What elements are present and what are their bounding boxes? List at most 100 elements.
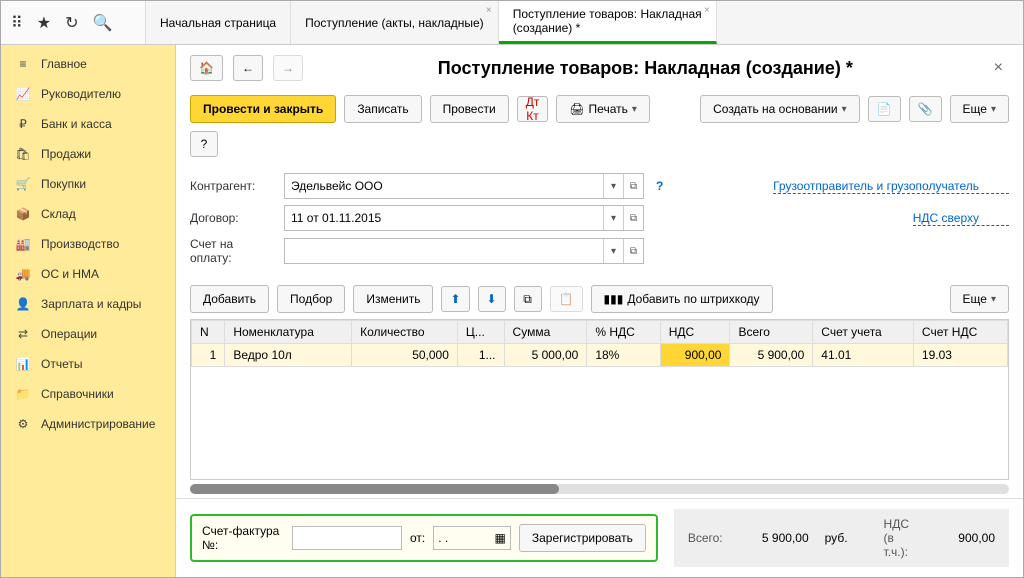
page-title: Поступление товаров: Накладная (создание… bbox=[313, 58, 978, 79]
truck-icon: 🚚 bbox=[15, 267, 31, 281]
search-icon[interactable]: 🔍 bbox=[92, 13, 112, 33]
open-icon[interactable]: ⧉ bbox=[623, 206, 643, 230]
total-label: Всего: bbox=[688, 531, 723, 545]
sidebar-item-label: Зарплата и кадры bbox=[41, 297, 141, 311]
sidebar-item-warehouse[interactable]: 📦Склад bbox=[1, 199, 175, 229]
col-qty[interactable]: Количество bbox=[352, 321, 458, 344]
sidebar-item-label: ОС и НМА bbox=[41, 267, 99, 281]
sidebar-item-assets[interactable]: 🚚 ОС и НМА bbox=[1, 259, 175, 289]
open-icon[interactable]: ⧉ bbox=[623, 174, 643, 198]
sidebar-item-label: Банк и касса bbox=[41, 117, 112, 131]
col-vatacct[interactable]: Счет НДС bbox=[913, 321, 1007, 344]
debit-credit-icon[interactable]: ДтКт bbox=[517, 96, 549, 122]
sidebar-item-label: Администрирование bbox=[41, 417, 155, 431]
folder-icon: 📁 bbox=[15, 387, 31, 401]
shipper-link[interactable]: Грузоотправитель и грузополучатель bbox=[773, 179, 1009, 194]
attach-icon[interactable]: 📎 bbox=[909, 96, 942, 122]
move-up-icon[interactable]: ⬆ bbox=[441, 286, 469, 312]
sidebar-item-sales[interactable]: 🛍Продажи bbox=[1, 139, 175, 169]
open-icon[interactable]: ⧉ bbox=[623, 239, 643, 263]
history-icon[interactable]: ↻ bbox=[65, 13, 78, 33]
account-input[interactable]: ▾ ⧉ bbox=[284, 238, 644, 264]
forward-button[interactable]: → bbox=[273, 55, 303, 81]
move-down-icon[interactable]: ⬇ bbox=[478, 286, 506, 312]
sidebar-item-production[interactable]: 🏭 Производство bbox=[1, 229, 175, 259]
back-button[interactable]: ← bbox=[233, 55, 263, 81]
tabs: Начальная страница Поступление (акты, на… bbox=[146, 1, 1023, 44]
dropdown-icon[interactable]: ▾ bbox=[603, 206, 623, 230]
person-icon: 👤 bbox=[15, 297, 31, 311]
post-close-button[interactable]: Провести и закрыть bbox=[190, 95, 336, 123]
copy-icon[interactable]: ⧉ bbox=[514, 286, 542, 312]
invoice-number-input[interactable] bbox=[292, 526, 402, 550]
factory-icon: 🏭 bbox=[15, 237, 31, 251]
sidebar: ≡Главное 📈Руководителю ₽ Банк и касса 🛍Пр… bbox=[1, 45, 176, 577]
post-button[interactable]: Провести bbox=[430, 95, 509, 123]
ruble-icon: ₽ bbox=[15, 117, 31, 131]
col-vatpct[interactable]: % НДС bbox=[587, 321, 660, 344]
home-button[interactable]: 🏠 bbox=[190, 55, 223, 81]
save-button[interactable]: Записать bbox=[344, 95, 421, 123]
cart-icon: 🛒 bbox=[15, 177, 31, 191]
help-link-icon[interactable]: ? bbox=[652, 179, 667, 193]
col-vat[interactable]: НДС bbox=[660, 321, 730, 344]
account-label: Счет на оплату: bbox=[190, 237, 276, 265]
sidebar-item-refs[interactable]: 📁 Справочники bbox=[1, 379, 175, 409]
add-row-button[interactable]: Добавить bbox=[190, 285, 269, 313]
print-button[interactable]: 🖨 Печать bbox=[556, 95, 650, 123]
currency: руб. bbox=[825, 531, 848, 545]
table-more-button[interactable]: Еще bbox=[950, 285, 1009, 313]
star-icon[interactable]: ★ bbox=[37, 13, 51, 33]
close-icon[interactable]: × bbox=[486, 5, 492, 16]
sidebar-item-label: Справочники bbox=[41, 387, 114, 401]
apps-icon[interactable]: ⠿ bbox=[11, 13, 23, 33]
select-button[interactable]: Подбор bbox=[277, 285, 345, 313]
invoice-date-input[interactable]: . . ▦ bbox=[433, 526, 511, 550]
sidebar-item-purchases[interactable]: 🛒Покупки bbox=[1, 169, 175, 199]
close-icon[interactable]: × bbox=[704, 5, 710, 16]
report-icon: 📊 bbox=[15, 357, 31, 371]
sidebar-item-manager[interactable]: 📈Руководителю bbox=[1, 79, 175, 109]
sidebar-item-bank[interactable]: ₽ Банк и касса bbox=[1, 109, 175, 139]
col-total[interactable]: Всего bbox=[730, 321, 813, 344]
paste-icon[interactable]: 📋 bbox=[550, 286, 583, 312]
invoice-from-label: от: bbox=[410, 531, 425, 545]
dropdown-icon[interactable]: ▾ bbox=[603, 174, 623, 198]
col-n[interactable]: N bbox=[192, 321, 225, 344]
sidebar-item-salary[interactable]: 👤 Зарплата и кадры bbox=[1, 289, 175, 319]
items-table[interactable]: N Номенклатура Количество Ц... Сумма % Н… bbox=[190, 319, 1009, 480]
close-page-icon[interactable]: × bbox=[988, 59, 1009, 77]
tab-invoice[interactable]: Поступление товаров: Накладная (создание… bbox=[499, 1, 717, 44]
more-button[interactable]: Еще bbox=[950, 95, 1009, 123]
total-value: 5 900,00 bbox=[739, 531, 809, 545]
gear-icon: ⚙ bbox=[15, 417, 31, 431]
contract-label: Договор: bbox=[190, 211, 276, 225]
register-button[interactable]: Зарегистрировать bbox=[519, 524, 646, 552]
sidebar-item-main[interactable]: ≡Главное bbox=[1, 49, 175, 79]
edit-button[interactable]: Изменить bbox=[353, 285, 433, 313]
horizontal-scrollbar[interactable] bbox=[190, 484, 1009, 494]
sidebar-item-label: Производство bbox=[41, 237, 119, 251]
col-price[interactable]: Ц... bbox=[457, 321, 504, 344]
table-row[interactable]: 1 Ведро 10л 50,000 1... 5 000,00 18% 900… bbox=[192, 344, 1008, 367]
sidebar-item-label: Операции bbox=[41, 327, 97, 341]
contractor-label: Контрагент: bbox=[190, 179, 276, 193]
col-sum[interactable]: Сумма bbox=[504, 321, 587, 344]
dropdown-icon[interactable]: ▾ bbox=[603, 239, 623, 263]
calendar-icon[interactable]: ▦ bbox=[495, 531, 506, 545]
help-button[interactable]: ? bbox=[190, 131, 218, 157]
report-icon-button[interactable]: 📄 bbox=[868, 96, 901, 122]
sidebar-item-admin[interactable]: ⚙ Администрирование bbox=[1, 409, 175, 439]
vat-total-value: 900,00 bbox=[925, 531, 995, 545]
sidebar-item-reports[interactable]: 📊Отчеты bbox=[1, 349, 175, 379]
tab-receipts[interactable]: Поступление (акты, накладные) × bbox=[291, 1, 499, 44]
contractor-input[interactable]: ▾ ⧉ bbox=[284, 173, 644, 199]
contract-input[interactable]: ▾ ⧉ bbox=[284, 205, 644, 231]
col-name[interactable]: Номенклатура bbox=[225, 321, 352, 344]
create-based-button[interactable]: Создать на основании bbox=[700, 95, 860, 123]
col-acct[interactable]: Счет учета bbox=[813, 321, 914, 344]
sidebar-item-operations[interactable]: ⇄Операции bbox=[1, 319, 175, 349]
vat-link[interactable]: НДС сверху bbox=[913, 211, 1009, 226]
tab-home[interactable]: Начальная страница bbox=[146, 1, 291, 44]
barcode-button[interactable]: ▮▮▮ Добавить по штрихкоду bbox=[591, 285, 773, 313]
